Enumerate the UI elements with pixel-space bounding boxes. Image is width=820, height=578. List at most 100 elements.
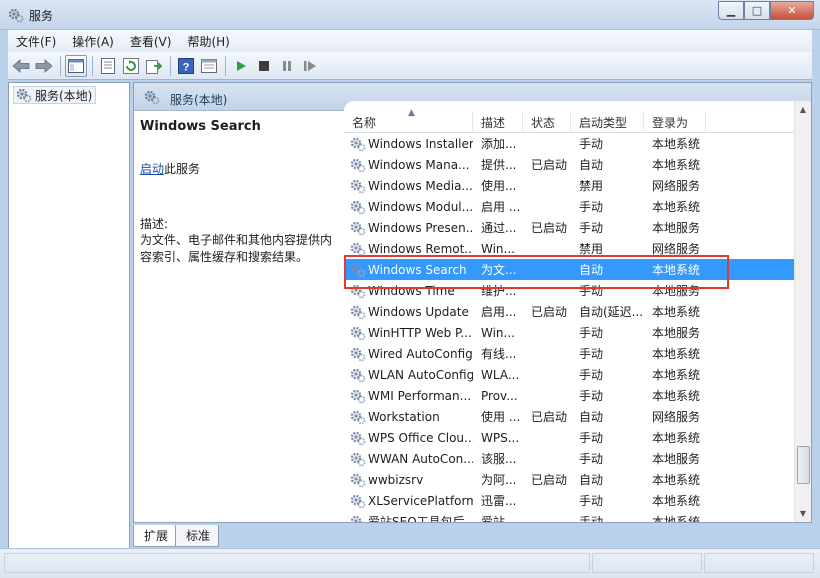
service-row[interactable]: WinHTTP Web P... Win... 手动 本地服务 [344, 322, 796, 343]
show-hide-tree-icon[interactable] [65, 54, 87, 77]
start-service-link[interactable]: 启动 [140, 162, 164, 176]
close-button[interactable]: ✕ [770, 1, 814, 20]
service-row[interactable]: WLAN AutoConfig WLA... 手动 本地系统 [344, 364, 796, 385]
service-description: 有线... [481, 347, 517, 361]
service-gear-icon [350, 305, 366, 319]
tab-extended[interactable]: 扩展 [133, 525, 178, 547]
service-row[interactable]: WPS Office Clou... WPS... 手动 本地系统 [344, 427, 796, 448]
properties-icon[interactable] [97, 55, 119, 77]
view-tabs: 扩展 标准 [133, 525, 220, 547]
menu-view[interactable]: 查看(V) [122, 33, 180, 50]
minimize-button[interactable]: ▁ [718, 1, 744, 20]
services-gear-icon [144, 90, 160, 105]
service-row[interactable]: WWAN AutoCon... 该服... 手动 本地服务 [344, 448, 796, 469]
service-startup-type: 手动 [579, 347, 604, 361]
service-row[interactable]: Windows Modul... 启用 ... 手动 本地系统 [344, 196, 796, 217]
service-row[interactable]: Wired AutoConfig 有线... 手动 本地系统 [344, 343, 796, 364]
start-service-icon[interactable] [230, 55, 252, 77]
service-name: XLServicePlatform [368, 493, 473, 508]
service-row[interactable]: XLServicePlatform 迅雷... 手动 本地系统 [344, 490, 796, 511]
maximize-icon: □ [751, 4, 763, 17]
service-row[interactable]: 爱站SEO工具包后... 爱站... 手动 本地系统 [344, 511, 796, 522]
service-name: Windows Remot... [368, 241, 473, 256]
forward-arrow-icon[interactable] [33, 55, 55, 77]
column-header-label: 描述 [481, 115, 506, 130]
service-logon-as: 本地系统 [652, 368, 701, 382]
column-header-name[interactable]: 名称 ▲ [344, 108, 473, 133]
service-status: 已启动 [531, 221, 568, 235]
scroll-down-icon[interactable]: ▼ [795, 505, 811, 522]
service-logon-as: 本地系统 [652, 137, 701, 151]
service-row[interactable]: Windows Mana... 提供... 已启动 自动 本地系统 [344, 154, 796, 175]
menu-file[interactable]: 文件(F) [8, 33, 64, 50]
column-header-logon-as[interactable]: 登录为 [644, 111, 706, 133]
export-list-icon[interactable] [143, 55, 165, 77]
pause-service-icon[interactable] [276, 55, 298, 77]
description-label: 描述: [140, 217, 169, 231]
service-name-cell: WWAN AutoCon... [344, 451, 473, 467]
maximize-button[interactable]: □ [744, 1, 770, 20]
title-bar: 服务 ▁ □ ✕ [0, 0, 820, 30]
service-logon-as: 本地系统 [652, 347, 701, 361]
tab-label: 标准 [186, 529, 211, 543]
service-description: 该服... [481, 452, 517, 466]
column-header-startup-type[interactable]: 启动类型 [571, 111, 644, 133]
service-startup-type: 自动 [579, 158, 604, 172]
services-rows: Windows Installer 添加... 手动 本地系统 Windows Mana… [344, 133, 796, 522]
service-gear-icon [350, 494, 366, 508]
service-gear-icon [350, 431, 366, 445]
scrollbar-thumb[interactable] [797, 446, 810, 484]
column-header-status[interactable]: 状态 [523, 111, 571, 133]
status-segment [4, 553, 590, 573]
service-description: 通过... [481, 221, 517, 235]
service-startup-type: 手动 [579, 200, 604, 214]
service-row[interactable]: Windows Installer 添加... 手动 本地系统 [344, 133, 796, 154]
service-name-cell: Windows Update [344, 304, 473, 320]
service-startup-type: 手动 [579, 452, 604, 466]
console-tree-icon[interactable] [198, 55, 220, 77]
selected-service-name: Windows Search [140, 119, 261, 134]
tab-label: 扩展 [144, 529, 169, 543]
service-logon-as: 网络服务 [652, 410, 701, 424]
minimize-icon: ▁ [726, 4, 736, 17]
back-arrow-icon[interactable] [10, 55, 32, 77]
menu-action[interactable]: 操作(A) [64, 33, 122, 50]
help-icon[interactable]: ? [175, 55, 197, 77]
service-row[interactable]: Windows Presen... 通过... 已启动 手动 本地服务 [344, 217, 796, 238]
service-name-cell: XLServicePlatform [344, 493, 473, 509]
service-name-cell: Windows Mana... [344, 157, 473, 173]
service-row[interactable]: Windows Media... 使用... 禁用 网络服务 [344, 175, 796, 196]
stop-service-icon[interactable] [253, 55, 275, 77]
service-description: WPS... [481, 430, 520, 445]
menu-help[interactable]: 帮助(H) [179, 33, 237, 50]
service-logon-as: 本地系统 [652, 515, 701, 522]
service-description: 为阿... [481, 473, 517, 487]
service-name-cell: WLAN AutoConfig [344, 367, 473, 383]
service-name: Workstation [368, 409, 440, 424]
service-name: WPS Office Clou... [368, 430, 473, 445]
service-logon-as: 本地服务 [652, 326, 701, 340]
service-startup-type: 手动 [579, 137, 604, 151]
tree-item-services-local[interactable]: 服务(本地) [13, 86, 97, 104]
tab-standard[interactable]: 标准 [175, 525, 220, 547]
service-description: Win... [481, 325, 515, 340]
service-gear-icon [350, 473, 366, 487]
services-gear-icon [8, 8, 24, 23]
service-description: Prov... [481, 388, 518, 403]
service-name-cell: Windows Presen... [344, 220, 473, 236]
service-status: 已启动 [531, 410, 568, 424]
service-row[interactable]: Windows Update 启用... 已启动 自动(延迟... 本地系统 [344, 301, 796, 322]
column-header-description[interactable]: 描述 [473, 111, 523, 133]
service-row[interactable]: wwbizsrv 为阿... 已启动 自动 本地系统 [344, 469, 796, 490]
vertical-scrollbar[interactable]: ▲ ▼ [794, 101, 811, 522]
service-row[interactable]: WMI Performan... Prov... 手动 本地系统 [344, 385, 796, 406]
service-row[interactable]: Workstation 使用 ... 已启动 自动 网络服务 [344, 406, 796, 427]
resume-service-icon[interactable] [299, 55, 321, 77]
service-name-cell: Wired AutoConfig [344, 346, 473, 362]
svg-text:?: ? [183, 61, 190, 73]
service-logon-as: 本地系统 [652, 305, 701, 319]
service-startup-type: 禁用 [579, 179, 604, 193]
refresh-icon[interactable] [120, 55, 142, 77]
scroll-up-icon[interactable]: ▲ [795, 101, 811, 118]
service-name: 爱站SEO工具包后... [368, 515, 473, 522]
